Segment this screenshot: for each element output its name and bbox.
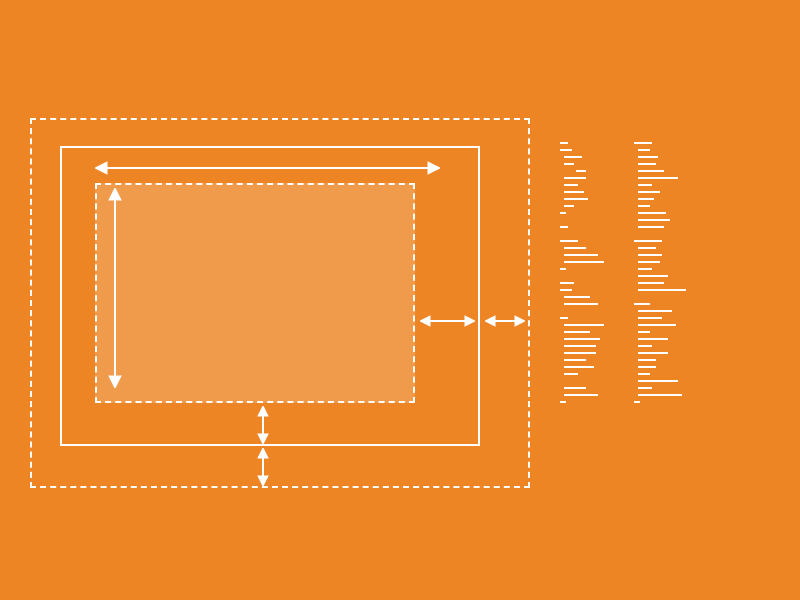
code-line [634,240,662,242]
code-line [638,394,682,396]
code-line [638,387,652,389]
code-line [638,156,658,158]
code-line [638,275,668,277]
code-line [638,177,678,179]
code-column-left [560,140,604,440]
code-line [560,282,574,284]
code-line [638,212,666,214]
code-line [638,170,664,172]
code-line [564,366,594,368]
code-line [634,401,640,403]
code-line [564,296,590,298]
code-line [638,352,668,354]
margin-right-arrow-icon [485,313,525,329]
code-line [560,401,566,403]
code-line [564,373,578,375]
height-arrow-icon [105,188,125,388]
code-line [564,324,604,326]
code-line [564,387,586,389]
code-line [564,394,598,396]
code-line [564,198,588,200]
code-line [560,289,572,291]
code-line [564,163,574,165]
stylized-code-block [560,140,780,440]
padding-right-arrow-icon [420,313,475,329]
code-line [638,373,650,375]
code-line [564,261,604,263]
code-line [638,338,668,340]
code-line [638,254,662,256]
code-line [564,338,600,340]
code-line [564,205,574,207]
code-line [638,261,660,263]
code-line [560,226,568,228]
code-line [564,345,596,347]
code-line [564,254,598,256]
code-line [564,191,584,193]
code-line [638,247,656,249]
code-line [564,352,596,354]
box-model-diagram [30,118,530,488]
code-line [560,317,568,319]
code-line [638,282,664,284]
code-line [564,247,586,249]
width-arrow-icon [95,158,440,178]
code-column-right [634,140,686,440]
code-line [638,331,650,333]
code-line [638,198,654,200]
code-line [560,212,566,214]
code-line [638,226,664,228]
code-line [638,219,670,221]
code-line [560,268,566,270]
code-line [564,184,578,186]
code-line [560,149,572,151]
content-area-box [95,183,415,403]
code-line [638,163,656,165]
code-line [564,303,598,305]
code-line [638,184,652,186]
code-line [638,149,650,151]
code-line [638,324,676,326]
code-line [638,191,660,193]
code-line [564,359,586,361]
code-line [638,359,656,361]
code-line [638,317,662,319]
code-line [564,331,590,333]
code-line [638,268,652,270]
code-line [564,156,582,158]
code-line [560,240,578,242]
code-line [638,289,686,291]
margin-bottom-arrow-icon [255,448,271,486]
code-line [638,366,656,368]
code-line [634,142,652,144]
code-line [560,142,568,144]
code-line [576,170,586,172]
code-line [638,345,652,347]
code-line [634,303,650,305]
code-line [638,205,650,207]
padding-bottom-arrow-icon [255,406,271,444]
code-line [638,310,672,312]
code-line [564,177,586,179]
code-line [638,380,678,382]
